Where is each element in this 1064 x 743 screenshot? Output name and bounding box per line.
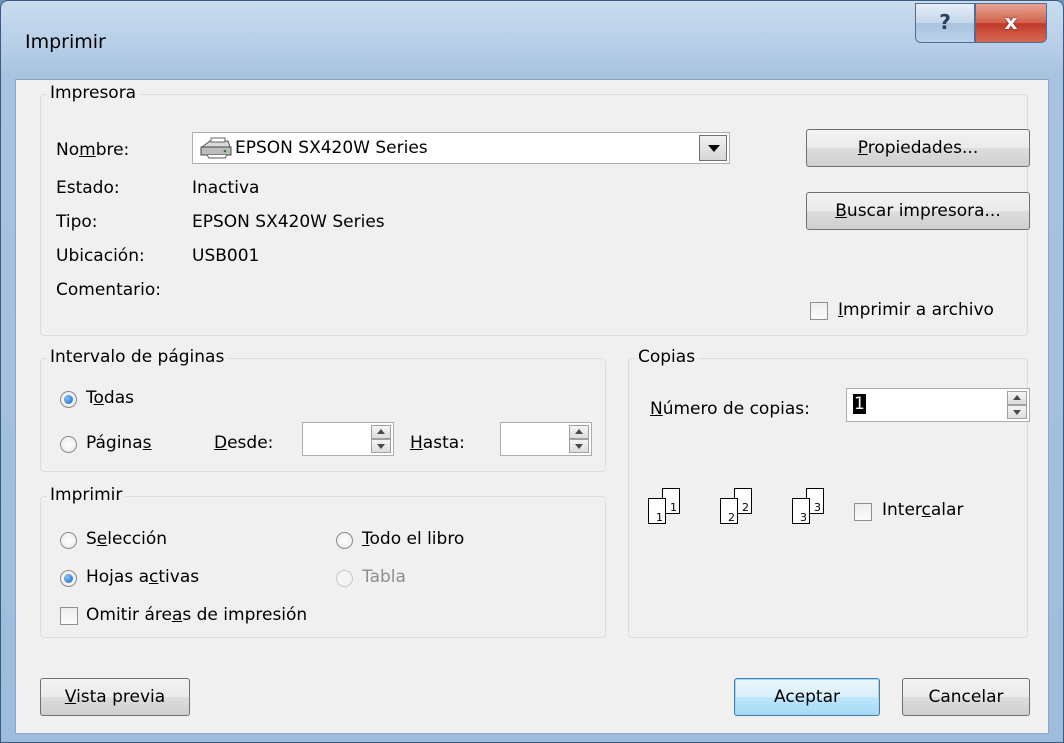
collate-set-3-icon: 3 3	[792, 488, 834, 532]
ok-button[interactable]: Aceptar	[734, 678, 880, 716]
location-value: USB001	[192, 246, 260, 266]
collate-checkbox[interactable]	[854, 503, 872, 521]
number-of-copies-value[interactable]: 1	[853, 394, 866, 414]
ignore-print-areas-label[interactable]: Omitir áreas de impresión	[86, 605, 307, 625]
spin-down-icon[interactable]	[569, 439, 589, 453]
print-preview-button[interactable]: Vista previa	[40, 678, 190, 716]
active-sheets-label[interactable]: Hojas activas	[86, 567, 199, 587]
selection-label[interactable]: Selección	[86, 529, 167, 549]
printer-icon	[200, 137, 232, 159]
status-label: Estado:	[56, 178, 120, 198]
title-bar[interactable]: Imprimir ? x	[1, 1, 1063, 79]
page-number: 2	[728, 511, 735, 524]
from-spinner[interactable]	[302, 422, 394, 456]
from-spin-buttons[interactable]	[371, 425, 391, 453]
properties-button[interactable]: Propiedades...	[806, 129, 1030, 167]
entire-workbook-radio[interactable]	[336, 532, 353, 549]
page-number: 3	[814, 501, 821, 514]
print-to-file-checkbox[interactable]	[810, 302, 828, 320]
cancel-button[interactable]: Cancelar	[902, 678, 1030, 716]
print-to-file-label[interactable]: Imprimir a archivo	[838, 300, 994, 320]
comment-label: Comentario:	[56, 280, 161, 300]
close-icon: x	[1004, 10, 1018, 34]
spin-up-icon[interactable]	[1007, 391, 1027, 405]
selection-radio[interactable]	[60, 532, 77, 549]
type-value: EPSON SX420W Series	[192, 212, 385, 232]
all-pages-radio[interactable]	[60, 391, 77, 408]
find-printer-button[interactable]: Buscar impresora...	[806, 192, 1030, 230]
collate-set-1-icon: 1 1	[648, 488, 690, 532]
chevron-down-icon[interactable]	[699, 135, 727, 161]
printer-name-select[interactable]: EPSON SX420W Series	[192, 132, 730, 164]
print-what-group-label: Imprimir	[47, 485, 126, 505]
printer-group-label: Impresora	[47, 83, 140, 103]
active-sheets-radio[interactable]	[60, 570, 77, 587]
printer-name-label: Nombre:	[56, 140, 130, 160]
page-number: 2	[742, 501, 749, 514]
spin-up-icon[interactable]	[371, 425, 391, 439]
print-dialog: Imprimir ? x Impresora Nombre: EPSON SX4…	[0, 0, 1064, 743]
table-label: Tabla	[362, 567, 406, 587]
copies-spin-buttons[interactable]	[1007, 391, 1027, 419]
copies-group-label: Copias	[635, 347, 699, 367]
page-number: 1	[656, 511, 663, 524]
page-range-group-label: Intervalo de páginas	[47, 347, 228, 367]
pages-radio[interactable]	[60, 436, 77, 453]
ignore-print-areas-checkbox[interactable]	[60, 607, 78, 625]
status-value: Inactiva	[192, 178, 260, 198]
table-radio	[336, 570, 353, 587]
type-label: Tipo:	[56, 212, 98, 232]
location-label: Ubicación:	[56, 246, 145, 266]
pages-label[interactable]: Páginas	[86, 433, 151, 453]
collate-label[interactable]: Intercalar	[882, 500, 963, 520]
all-pages-label[interactable]: Todas	[86, 388, 134, 408]
dialog-body: Impresora Nombre: EPSON SX420W Series Pr…	[15, 79, 1049, 734]
help-icon: ?	[939, 10, 951, 34]
to-label: Hasta:	[410, 433, 465, 453]
page-number: 1	[670, 501, 677, 514]
to-spin-buttons[interactable]	[569, 425, 589, 453]
page-number: 3	[800, 511, 807, 524]
close-button[interactable]: x	[975, 3, 1047, 43]
entire-workbook-label[interactable]: Todo el libro	[362, 529, 464, 549]
spin-up-icon[interactable]	[569, 425, 589, 439]
number-of-copies-label: Número de copias:	[650, 399, 810, 419]
spin-down-icon[interactable]	[1007, 405, 1027, 419]
number-of-copies-spinner[interactable]: 1	[846, 388, 1030, 422]
spin-down-icon[interactable]	[371, 439, 391, 453]
help-button[interactable]: ?	[915, 3, 975, 43]
printer-name-value: EPSON SX420W Series	[235, 138, 428, 158]
to-spinner[interactable]	[500, 422, 592, 456]
from-label: Desde:	[214, 433, 274, 453]
collate-set-2-icon: 2 2	[720, 488, 762, 532]
window-title: Imprimir	[25, 31, 106, 53]
